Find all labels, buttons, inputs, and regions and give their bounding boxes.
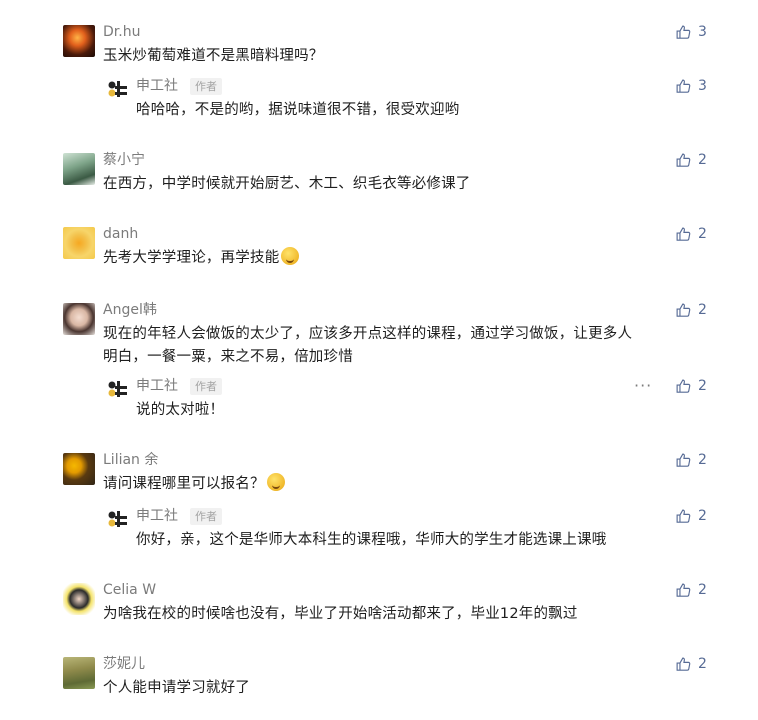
logo-icon [108,511,127,527]
thumbs-up-icon [676,657,691,671]
avatar[interactable] [63,657,95,689]
like-count: 2 [698,656,707,672]
comment-text: 玉米炒葡萄难道不是黑暗料理吗？ [103,48,324,64]
commenter-name[interactable]: Angel韩 [103,301,157,319]
author-name-text: 申工社 [136,78,178,94]
thumbs-up-icon [676,453,691,467]
author-badge: 作者 [190,77,222,95]
thumbs-up-icon [676,25,691,39]
like-count: 2 [698,302,707,318]
like-button[interactable]: 2 [675,151,707,169]
thumbs-up-icon [676,303,691,317]
thumbs-up-icon [676,79,691,93]
author-name-text: 申工社 [136,378,178,394]
author-avatar[interactable] [105,77,129,101]
comment-text: 现在的年轻人会做饭的太少了，应该多开点这样的课程，通过学习做饭，让更多人 明白，… [103,323,703,369]
author-avatar[interactable] [105,377,129,401]
like-count: 3 [698,24,707,40]
thumbs-up-icon [676,509,691,523]
author-name-text: 申工社 [136,508,178,524]
more-options-icon[interactable]: ··· [634,377,652,395]
thumbs-up-icon [676,379,691,393]
author-name[interactable]: 申工社 作者 [136,77,222,95]
shy-emoji-icon [266,473,285,491]
thumbs-up-icon [676,583,691,597]
thumbs-up-icon [676,227,691,241]
avatar[interactable] [63,583,95,615]
avatar[interactable] [63,303,95,335]
commenter-name[interactable]: 莎妮儿 [103,655,145,673]
comment-text: 在西方，中学时候就开始厨艺、木工、织毛衣等必修课了 [103,176,471,192]
author-avatar[interactable] [105,507,129,531]
comment-text: 为啥我在校的时候啥也没有，毕业了开始啥活动都来了，毕业12年的飘过 [103,606,578,622]
reply-text: 你好，亲，这个是华师大本科生的课程哦，华师大的学生才能选课上课哦 [136,532,607,548]
comment-text-line: 现在的年轻人会做饭的太少了，应该多开点这样的课程，通过学习做饭，让更多人 [103,326,633,342]
like-button[interactable]: 3 [675,77,707,95]
comment-text-content: 先考大学学理论，再学技能 [103,250,280,266]
like-button[interactable]: 2 [675,655,707,673]
author-badge: 作者 [190,377,222,395]
avatar[interactable] [63,227,95,259]
like-button[interactable]: 2 [675,451,707,469]
thinking-emoji-icon [281,247,300,265]
thumbs-up-icon [676,153,691,167]
logo-icon [108,381,127,397]
like-button[interactable]: 2 [675,225,707,243]
commenter-name[interactable]: 蔡小宁 [103,151,145,169]
like-button[interactable]: 2 [675,301,707,319]
avatar[interactable] [63,153,95,185]
like-button[interactable]: 2 [675,581,707,599]
comment-text: 先考大学学理论，再学技能 [103,247,703,270]
commenter-name[interactable]: Dr.hu [103,23,140,41]
like-count: 3 [698,78,707,94]
like-count: 2 [698,226,707,242]
comment-text: 个人能申请学习就好了 [103,680,250,696]
author-name[interactable]: 申工社 作者 [136,507,222,525]
like-count: 2 [698,378,707,394]
like-count: 2 [698,452,707,468]
like-button[interactable]: 2 [675,377,707,395]
avatar[interactable] [63,453,95,485]
reply-text: 说的太对啦！ [136,402,225,418]
comment-text-content: 请问课程哪里可以报名？ [103,476,265,492]
author-badge: 作者 [190,507,222,525]
like-count: 2 [698,152,707,168]
commenter-name[interactable]: danh [103,225,138,243]
like-button[interactable]: 2 [675,507,707,525]
like-count: 2 [698,582,707,598]
comment-text-line: 明白，一餐一粟，来之不易，倍加珍惜 [103,349,353,365]
logo-icon [108,81,127,97]
author-name[interactable]: 申工社 作者 [136,377,222,395]
like-button[interactable]: 3 [675,23,707,41]
avatar[interactable] [63,25,95,57]
commenter-name[interactable]: Lilian 余 [103,451,158,469]
commenter-name[interactable]: Celia W [103,581,156,599]
reply-text: 哈哈哈，不是的哟，据说味道很不错，很受欢迎哟 [136,102,460,118]
comment-text: 请问课程哪里可以报名？ [103,473,703,496]
like-count: 2 [698,508,707,524]
